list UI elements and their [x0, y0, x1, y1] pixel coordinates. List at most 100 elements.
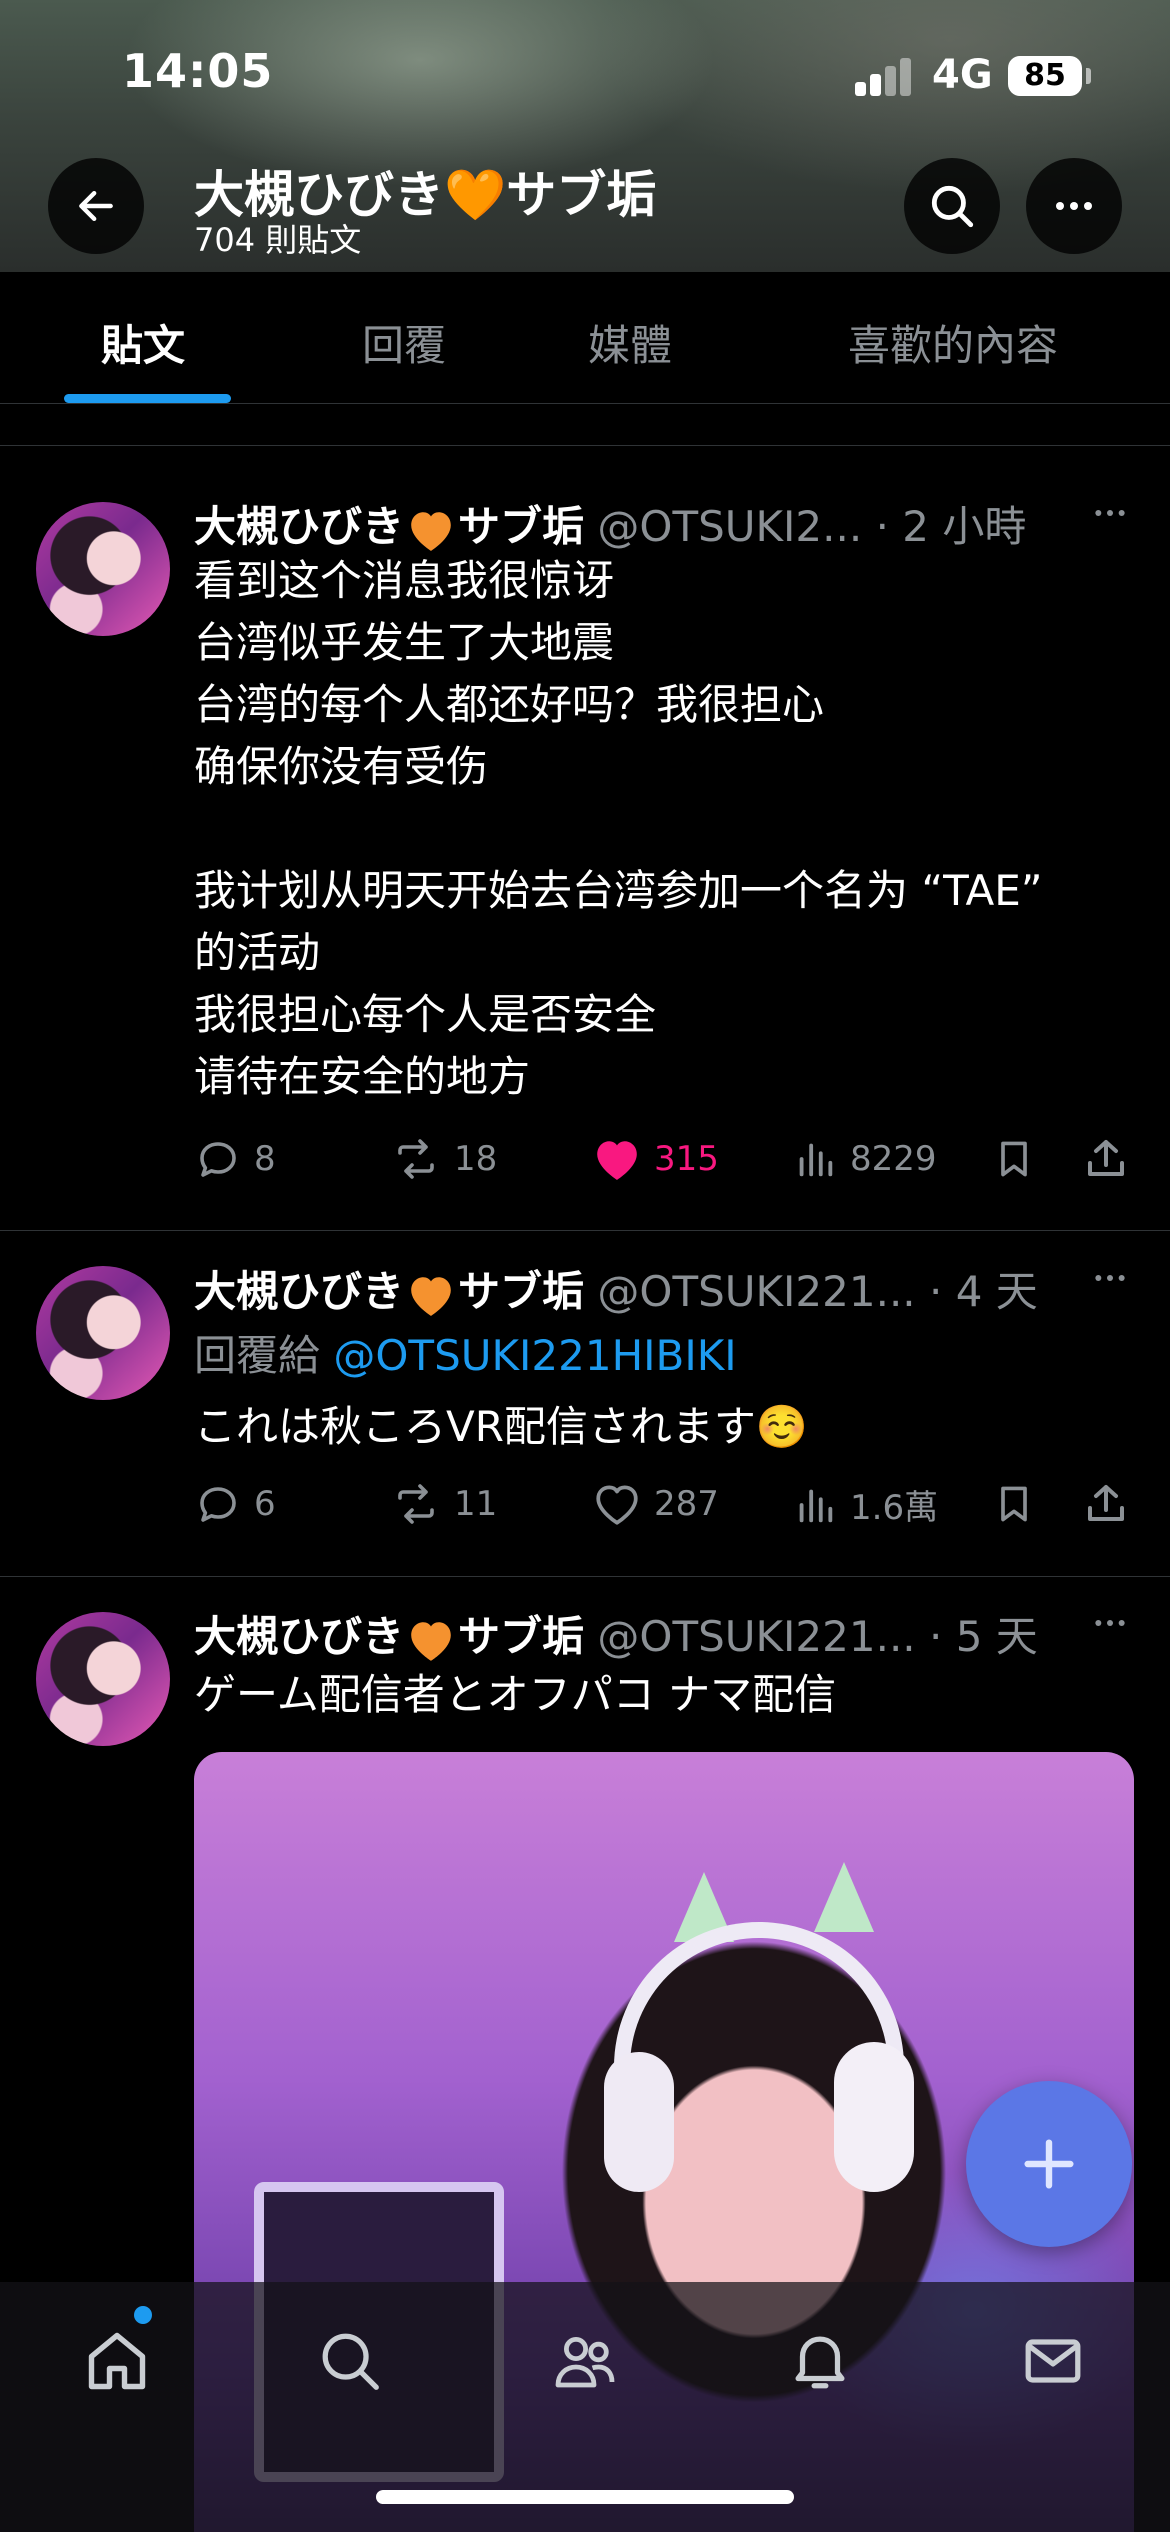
more-horizontal-icon — [1095, 1275, 1125, 1281]
reply-prefix: 回覆給 — [194, 1331, 321, 1380]
messages-icon — [1025, 2339, 1081, 2383]
post-text: 看到这个消息我很惊讶 台湾似乎发生了大地震 台湾的每个人都还好吗？我很担心 确保… — [194, 550, 1043, 1108]
reply-count: 8 — [254, 1139, 276, 1179]
post-count: 704 則貼文 — [194, 221, 362, 259]
media-cat-ear — [814, 1862, 874, 1932]
views-button[interactable]: 1.6萬 — [792, 1480, 938, 1529]
post-header: 大槻ひびき サブ垢 @OTSUKI221... · 4 天 — [194, 1258, 1038, 1319]
analytics-icon — [799, 1143, 833, 1177]
more-horizontal-icon — [1095, 510, 1125, 516]
bookmark-icon — [1001, 1486, 1027, 1522]
avatar[interactable] — [36, 1612, 170, 1746]
back-button[interactable] — [48, 158, 144, 254]
divider — [0, 1230, 1170, 1231]
search-icon — [931, 185, 974, 228]
post-author-name[interactable]: 大槻ひびき — [194, 502, 404, 551]
post-handle[interactable]: @OTSUKI221... — [597, 1267, 915, 1316]
share-button[interactable] — [1082, 1135, 1130, 1183]
post-text-line: 看到这个消息我很惊讶 — [194, 556, 615, 605]
tab-replies[interactable]: 回覆 — [362, 312, 446, 373]
post-more-button[interactable] — [1088, 1258, 1132, 1308]
post-author-name[interactable]: 大槻ひびき — [194, 1267, 404, 1316]
reply-button[interactable]: 8 — [194, 1135, 276, 1183]
media-headphone-cup — [834, 2042, 914, 2192]
profile-tabs: 貼文 回覆 媒體 喜歡的內容 — [0, 272, 1170, 404]
nav-messages[interactable] — [1008, 2316, 1098, 2406]
analytics-icon — [799, 1489, 833, 1522]
orange-heart-icon — [411, 511, 451, 551]
comment-icon — [200, 1487, 236, 1522]
home-icon — [88, 2332, 146, 2390]
more-options-button[interactable] — [1026, 158, 1122, 254]
notifications-icon — [795, 2336, 845, 2389]
repost-icon — [398, 1484, 434, 1524]
post-text-line: 的活动 — [194, 928, 321, 977]
bookmark-icon — [1001, 1141, 1027, 1177]
avatar[interactable] — [36, 1266, 170, 1400]
repost-button[interactable]: 18 — [390, 1135, 497, 1183]
reply-context: 回覆給 @OTSUKI221HIBIKI — [194, 1322, 737, 1383]
post-author-suffix[interactable]: サブ垢 — [458, 1612, 584, 1661]
like-button[interactable]: 287 — [592, 1480, 719, 1528]
tab-likes[interactable]: 喜歡的內容 — [848, 312, 1058, 373]
post-header: 大槻ひびき サブ垢 @OTSUKI221... · 5 天 — [194, 1603, 1038, 1664]
orange-heart-icon — [411, 1621, 451, 1661]
repost-button[interactable]: 11 — [390, 1480, 497, 1528]
post-actions: 8 18 315 8229 — [194, 1135, 1140, 1195]
repost-count: 18 — [454, 1139, 498, 1179]
nav-notifications[interactable] — [775, 2316, 865, 2406]
share-icon — [1088, 1485, 1124, 1521]
bookmark-button[interactable] — [992, 1480, 1036, 1528]
post-time: · 5 天 — [929, 1612, 1038, 1661]
post-text-line: 台湾的每个人都还好吗？我很担心 — [194, 680, 825, 729]
like-count: 287 — [654, 1484, 719, 1524]
media-headphone-cup — [604, 2052, 674, 2192]
more-horizontal-icon — [1095, 1620, 1125, 1626]
compose-button[interactable] — [966, 2081, 1132, 2247]
communities-icon — [555, 2337, 615, 2388]
tab-media[interactable]: 媒體 — [588, 312, 672, 373]
post-text-blank — [194, 798, 1043, 860]
post-author-name[interactable]: 大槻ひびき — [194, 1612, 404, 1661]
post-author-suffix[interactable]: サブ垢 — [458, 502, 584, 551]
divider — [0, 1576, 1170, 1577]
post-actions: 6 11 287 1.6萬 — [194, 1480, 1140, 1540]
comment-icon — [200, 1142, 236, 1177]
heart-filled-icon — [597, 1141, 637, 1180]
post-more-button[interactable] — [1088, 493, 1132, 543]
post-handle[interactable]: @OTSUKI221... — [597, 1612, 915, 1661]
divider — [0, 445, 1170, 446]
plus-icon — [1024, 2139, 1074, 2189]
header-banner — [0, 0, 1170, 272]
views-button[interactable]: 8229 — [792, 1135, 937, 1183]
post-text: ゲーム配信者とオフパコ ナマ配信 — [194, 1664, 836, 1726]
avatar[interactable] — [36, 502, 170, 636]
post-text-line: 台湾似乎发生了大地震 — [194, 618, 615, 667]
post-text-line: 我计划从明天开始去台湾参加一个名为 “TAE” — [194, 866, 1043, 915]
post-text-line: 我很担心每个人是否安全 — [194, 990, 657, 1039]
post-header: 大槻ひびき サブ垢 @OTSUKI2... · 2 小時 — [194, 493, 1026, 554]
post-handle[interactable]: @OTSUKI2... — [597, 502, 862, 551]
nav-home[interactable] — [72, 2316, 162, 2406]
bookmark-button[interactable] — [992, 1135, 1036, 1183]
repost-count: 11 — [454, 1484, 498, 1524]
more-horizontal-icon — [1056, 202, 1092, 210]
arrow-left-icon — [79, 190, 113, 222]
repost-icon — [398, 1139, 434, 1179]
post-author-suffix[interactable]: サブ垢 — [458, 1267, 584, 1316]
reply-mention-link[interactable]: @OTSUKI221HIBIKI — [333, 1331, 736, 1380]
reply-count: 6 — [254, 1484, 276, 1524]
post-time: · 4 天 — [929, 1267, 1038, 1316]
reply-button[interactable]: 6 — [194, 1480, 276, 1528]
share-button[interactable] — [1082, 1480, 1130, 1528]
orange-heart-icon — [411, 1276, 451, 1316]
home-new-indicator — [134, 2306, 152, 2324]
nav-communities[interactable] — [540, 2316, 630, 2406]
tab-posts[interactable]: 貼文 — [101, 312, 185, 373]
views-count: 8229 — [850, 1139, 937, 1179]
nav-search[interactable] — [305, 2316, 395, 2406]
search-button[interactable] — [904, 158, 1000, 254]
like-button[interactable]: 315 — [592, 1135, 719, 1183]
battery-icon: 85 — [1008, 56, 1082, 96]
post-more-button[interactable] — [1088, 1603, 1132, 1653]
